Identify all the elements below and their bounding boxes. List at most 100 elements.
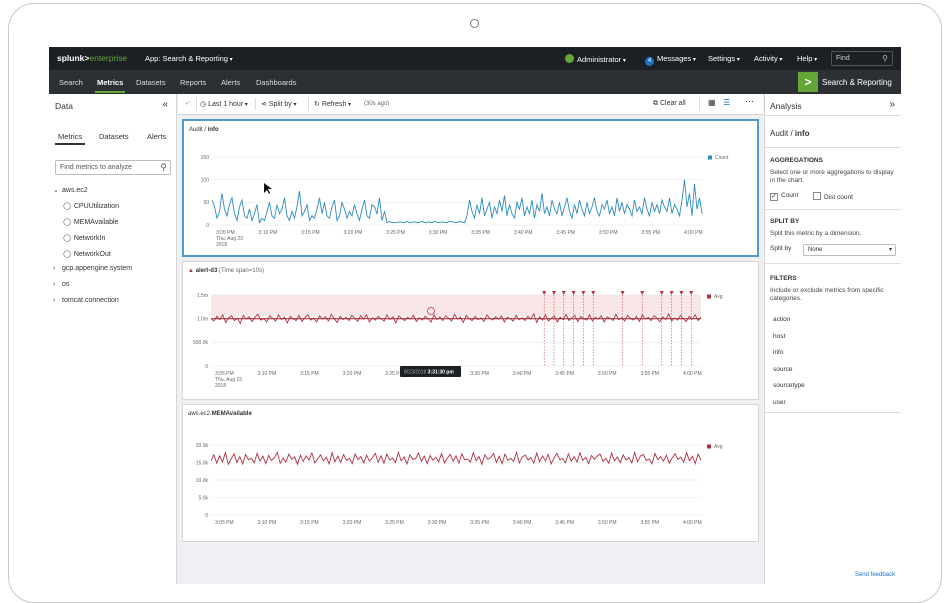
legend-swatch bbox=[707, 444, 711, 449]
x-tick-label: 3:10 PM bbox=[259, 230, 278, 236]
tab-metrics[interactable]: Metrics bbox=[54, 132, 86, 145]
user-menu[interactable]: Administrator bbox=[565, 54, 626, 64]
alert-marker-icon bbox=[620, 291, 625, 295]
user-status-icon bbox=[565, 54, 574, 63]
messages-menu[interactable]: 4 Messages bbox=[645, 54, 696, 66]
clear-icon: ⧉ bbox=[653, 100, 658, 107]
refresh-button[interactable]: ↻ Refresh bbox=[314, 100, 351, 108]
time-range-picker[interactable]: ◷ Last 1 hour bbox=[200, 100, 248, 108]
filter-action[interactable]: action bbox=[773, 316, 790, 323]
settings-menu[interactable]: Settings bbox=[708, 54, 740, 63]
clear-all-button[interactable]: ⧉ Clear all bbox=[653, 100, 686, 108]
x-tick-sublabel: 2018 bbox=[215, 383, 226, 389]
list-view-icon[interactable]: ☰ bbox=[723, 98, 730, 107]
y-tick-label: 500.0k bbox=[193, 340, 209, 346]
tag-icon: ◯ bbox=[62, 249, 73, 260]
agg-distcount-checkbox[interactable]: Dist count bbox=[813, 192, 853, 201]
split-by-help: Split this metric by a dimension. bbox=[770, 230, 862, 237]
nav-alerts[interactable]: Alerts bbox=[221, 78, 240, 87]
tree-item-memavailable[interactable]: ◯MEMAvailable bbox=[62, 217, 118, 228]
metric-search-input[interactable]: Find metrics to analyze ⚲ bbox=[55, 160, 171, 175]
chart-panel-memavailable[interactable]: aws.ec2.MEMAvailable 20.0k 15.0k 10.0k 5.0k… bbox=[182, 404, 759, 542]
split-by-heading: SPLIT BY bbox=[770, 218, 800, 225]
tag-icon: ◯ bbox=[62, 217, 73, 228]
chevron-right-icon: › bbox=[53, 281, 56, 288]
legend-swatch bbox=[707, 294, 711, 299]
tree-item-aws-ec2[interactable]: ⌄ aws.ec2 bbox=[53, 186, 88, 194]
filter-info[interactable]: info bbox=[773, 349, 783, 356]
x-tick-label: 3:20 PM bbox=[343, 520, 362, 526]
agg-count-checkbox[interactable]: ✓ Count bbox=[770, 192, 798, 201]
alert-marker-icon bbox=[542, 291, 547, 295]
tree-item-tomcat[interactable]: › tomcat.connection bbox=[53, 297, 119, 304]
y-tick-label: 100 bbox=[201, 177, 210, 183]
filter-sourcetype[interactable]: sourcetype bbox=[773, 382, 805, 389]
x-tick-label: 3:35 PM bbox=[470, 520, 489, 526]
grid-view-icon[interactable]: ▦ bbox=[708, 98, 716, 107]
nav-dashboards[interactable]: Dashboards bbox=[256, 78, 296, 87]
y-tick-label: 150 bbox=[201, 155, 210, 161]
filter-host[interactable]: host bbox=[773, 333, 785, 340]
alert-marker-icon bbox=[669, 291, 674, 295]
y-tick-label: 5.0k bbox=[199, 495, 209, 501]
y-tick-label: 1.5m bbox=[197, 293, 208, 299]
nav-metrics[interactable]: Metrics bbox=[94, 78, 126, 93]
legend-label: Avg bbox=[714, 444, 723, 450]
aggregations-heading: AGGREGATIONS bbox=[770, 157, 823, 164]
tree-item-networkout[interactable]: ◯NetworkOut bbox=[62, 249, 111, 260]
refresh-age: (30s ago) bbox=[364, 101, 390, 107]
chevron-down-icon: ⌄ bbox=[53, 187, 59, 194]
analysis-title: Analysis bbox=[770, 101, 802, 111]
alert-marker-icon bbox=[689, 291, 694, 295]
x-tick-label: 3:20 PM bbox=[344, 230, 363, 236]
alert-marker-icon bbox=[640, 291, 645, 295]
filters-heading: FILTERS bbox=[770, 275, 797, 282]
x-tick-label: 3:25 PM bbox=[385, 520, 404, 526]
analysis-panel: Analysis » Audit / info AGGREGATIONS Sel… bbox=[764, 94, 901, 584]
tree-item-gcp[interactable]: › gcp.appengine.system bbox=[53, 265, 132, 272]
camera-icon bbox=[470, 19, 479, 28]
alert-marker-icon bbox=[659, 291, 664, 295]
more-options-icon[interactable]: ⋯ bbox=[745, 96, 754, 107]
tab-alerts[interactable]: Alerts bbox=[147, 132, 166, 141]
filter-source[interactable]: source bbox=[773, 366, 793, 373]
find-input[interactable]: Find ⚲ bbox=[831, 51, 893, 66]
checkbox-empty-icon bbox=[813, 192, 821, 200]
tree-item-networkin[interactable]: ◯NetworkIn bbox=[62, 233, 105, 243]
split-by-select[interactable]: None bbox=[803, 244, 896, 256]
collapse-left-icon[interactable]: « bbox=[162, 99, 168, 110]
tree-item-os[interactable]: › os bbox=[53, 281, 69, 288]
chart-panel-audit-info[interactable]: Audit / info 150 100 50 0 3:05 PM 3:10 PM 3:15… bbox=[182, 119, 759, 257]
tab-datasets[interactable]: Datasets bbox=[99, 132, 129, 141]
app-selector[interactable]: App: Search & Reporting bbox=[145, 54, 233, 63]
app-badge[interactable]: > Search & Reporting bbox=[798, 72, 901, 92]
tree-item-cpuutilization[interactable]: ◯CPUUtilization bbox=[62, 201, 119, 212]
app-logo-icon: > bbox=[798, 72, 818, 92]
mouse-cursor-icon bbox=[264, 183, 272, 194]
y-tick-label: 10.0k bbox=[196, 478, 209, 484]
split-by-button[interactable]: ⋖ Split by bbox=[261, 100, 296, 108]
x-tick-label: 3:55 PM bbox=[640, 520, 659, 526]
splunk-logo[interactable]: splunk>enterprise bbox=[57, 53, 127, 63]
y-tick-label: 1.0m bbox=[197, 316, 208, 322]
filter-user[interactable]: user bbox=[773, 399, 786, 406]
expand-right-icon[interactable]: » bbox=[889, 99, 895, 110]
x-tick-label: 3:15 PM bbox=[300, 371, 319, 377]
chart-memavailable: 20.0k 15.0k 10.0k 5.0k 0 3:05 PM 3:10 PM 3:15 P… bbox=[196, 443, 723, 526]
undo-icon[interactable]: ↶ bbox=[185, 100, 191, 108]
nav-reports[interactable]: Reports bbox=[180, 78, 206, 87]
y-tick-label: 20.0k bbox=[196, 443, 209, 449]
activity-menu[interactable]: Activity bbox=[754, 54, 782, 63]
y-tick-label: 0 bbox=[206, 223, 209, 229]
tag-icon: ◯ bbox=[62, 201, 73, 212]
y-tick-label: 15.0k bbox=[196, 460, 209, 466]
nav-search[interactable]: Search bbox=[59, 78, 83, 87]
help-menu[interactable]: Help bbox=[797, 54, 817, 63]
x-tick-label: 3:40 PM bbox=[514, 230, 533, 236]
chart-alert-d3: 1.5m1.0m500.0k03:05 PM 3:10 PM 3:15 PM 3:20… bbox=[193, 291, 723, 389]
x-tick-label: 3:45 PM bbox=[556, 230, 575, 236]
nav-datasets[interactable]: Datasets bbox=[136, 78, 166, 87]
send-feedback-link[interactable]: Send feedback bbox=[855, 572, 895, 578]
split-icon: ⋖ bbox=[261, 101, 267, 108]
chart-panel-alert-d3[interactable]: ▲ alert-d3 (Time span=10s) 1.5m 1.0m 500.0… bbox=[182, 261, 759, 400]
